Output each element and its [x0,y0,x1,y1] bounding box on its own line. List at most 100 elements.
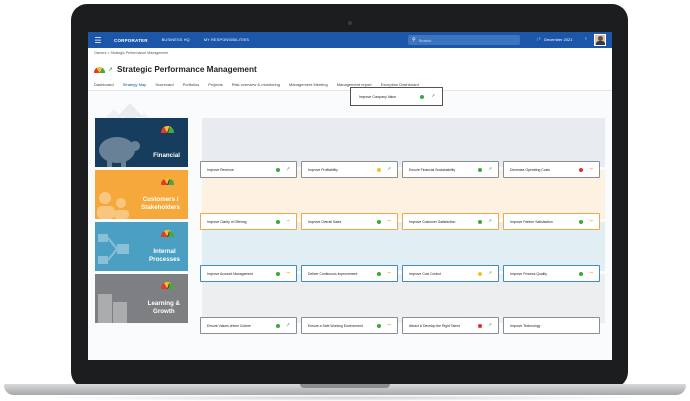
objective-customers-0[interactable]: Improve Clarity of Offering ➞ [200,213,297,230]
objective-label: Improve Cost Control [409,271,442,276]
gauge-icon [161,178,174,185]
period-selector[interactable]: December 2021 [544,37,572,42]
objective-label: Improve Clarity of Offering [207,219,247,224]
objective-label: Ensure Financial Sustainability [409,167,456,172]
objective-learning-1[interactable]: Ensure a Safe Working Environment ➞ [301,317,398,334]
status-indicator [377,324,381,328]
search-placeholder: Search [418,37,432,43]
status-indicator [276,220,280,224]
objective-label: Attract & Develop the Right Talent [409,323,460,328]
laptop-shadow [30,395,660,401]
nav-business-hq[interactable]: BUSINESS HQ [162,38,190,42]
objective-improve-company-value[interactable]: Improve Company Value ➚ [350,87,443,106]
prev-period-icon[interactable]: ‹ [539,36,541,42]
objective-label: Improve Company Value [359,94,397,99]
objective-internal-2[interactable]: Improve Cost Control ➚ [402,265,499,282]
gauge-icon [94,66,105,73]
pin-icon: ➚ [488,322,492,327]
objective-financial-0[interactable]: Improve Revenue ➚ [200,161,297,178]
perspective-customers[interactable]: Customers / Stakeholders [95,170,188,219]
objective-customers-1[interactable]: Improve Overall Sales ➞ [301,213,398,230]
pin-icon: ➚ [108,67,114,73]
people-icon [97,192,129,219]
objective-label: Ensure Values driven Culture [207,323,251,328]
brand-logo[interactable]: CORPORATER [114,38,148,43]
objective-financial-3[interactable]: Decrease Operating Costs ➞ [503,161,600,178]
status-indicator [579,220,583,224]
perspective-label: Internal Processes [149,248,180,263]
arrow-icon: ➞ [286,270,290,275]
divider: | [537,36,539,41]
objective-learning-3[interactable]: Improve Technology [503,317,600,334]
status-indicator [478,220,482,224]
camera-dot [348,21,352,25]
pin-icon: ➚ [431,93,435,98]
title-row: ➚ Strategic Performance Management [94,65,257,74]
objective-financial-2[interactable]: Ensure Financial Sustainability ➚ [402,161,499,178]
status-indicator [377,272,381,276]
objective-label: Improve Technology [510,323,541,328]
arrow-icon: ➞ [589,218,593,223]
arrow-icon: ➞ [387,218,391,223]
process-icon [98,234,129,264]
pin-icon: ➚ [286,166,290,171]
objective-label: Improve Process Quality [510,271,547,276]
band-financial [202,118,605,167]
objective-learning-0[interactable]: Ensure Values driven Culture ➚ [200,317,297,334]
perspective-financial[interactable]: Financial [95,118,188,167]
building-icon [98,294,127,323]
perspective-label: Customers / Stakeholders [141,196,180,211]
objective-label: Improve Revenue [207,167,234,172]
status-indicator [579,272,583,276]
nav-my-responsibilities[interactable]: MY RESPONSIBILITIES [204,38,249,42]
search-input[interactable]: ⚲ Search [408,35,520,45]
menu-icon[interactable]: ☰ [88,36,108,45]
avatar[interactable] [594,34,606,46]
pin-icon: ➚ [488,270,492,275]
arrow-icon: ➞ [286,218,290,223]
perspective-label: Financial [153,151,180,159]
objective-customers-3[interactable]: Improve Partner Satisfaction ➞ [503,213,600,230]
pin-icon: ➚ [488,166,492,171]
next-period-icon[interactable]: › [585,36,587,42]
objective-learning-2[interactable]: Attract & Develop the Right Talent ➚ [402,317,499,334]
status-indicator [420,95,424,99]
objective-label: Improve Partner Satisfaction [510,219,553,224]
laptop-notch [300,384,390,388]
piggy-bank-icon [99,137,140,167]
objective-label: Decrease Operating Costs [510,167,550,172]
pin-icon: ➚ [286,322,290,327]
objective-label: Improve Profitability [308,167,338,172]
page-title: Strategic Performance Management [117,65,257,74]
status-indicator [478,324,482,328]
perspective-learning-growth[interactable]: Learning & Growth [95,274,188,323]
status-indicator [478,272,482,276]
objective-financial-1[interactable]: Improve Profitability ➚ [301,161,398,178]
breadcrumb[interactable]: Owners > Strategic Performance Managemen… [94,51,168,55]
objective-label: Improve Account Management [207,271,253,276]
pin-icon: ➚ [387,166,391,171]
objective-label: Deliver Continuous Improvement [308,271,358,276]
objective-internal-0[interactable]: Improve Account Management ➞ [200,265,297,282]
status-indicator [478,168,482,172]
perspective-internal-processes[interactable]: Internal Processes [95,222,188,271]
arrow-icon: ➞ [589,166,593,171]
status-indicator [276,168,280,172]
search-icon: ⚲ [412,37,416,43]
status-indicator [276,324,280,328]
perspective-label: Learning & Growth [147,300,180,315]
pin-icon: ➚ [488,218,492,223]
objective-internal-1[interactable]: Deliver Continuous Improvement ➞ [301,265,398,282]
objective-label: Improve Overall Sales [308,219,342,224]
top-bar: ☰ CORPORATER BUSINESS HQ MY RESPONSIBILI… [88,32,612,48]
gauge-icon [161,126,174,133]
objective-internal-3[interactable]: Improve Process Quality ➞ [503,265,600,282]
arrow-icon: ➞ [589,270,593,275]
gauge-icon [161,282,174,289]
status-indicator [377,168,381,172]
status-indicator [276,272,280,276]
objective-label: Improve Customer Satisfaction [409,219,456,224]
objective-customers-2[interactable]: Improve Customer Satisfaction ➚ [402,213,499,230]
status-indicator [579,168,583,172]
status-indicator [377,220,381,224]
